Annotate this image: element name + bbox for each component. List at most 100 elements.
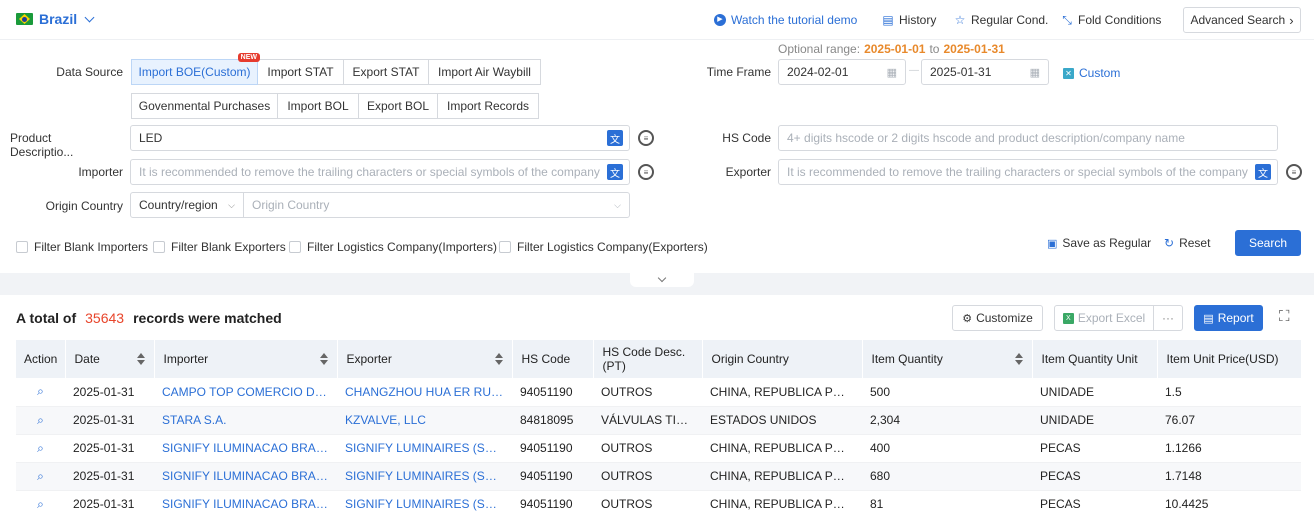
export-excel-label: Export Excel	[1077, 311, 1146, 325]
fold-conditions-link[interactable]: ⤡ Fold Conditions	[1061, 13, 1161, 27]
filter-blank-exporters[interactable]: Filter Blank Exporters	[153, 240, 289, 254]
translate-icon[interactable]: 文	[607, 130, 623, 146]
reset-label: Reset	[1179, 236, 1211, 250]
checkbox[interactable]	[153, 241, 165, 253]
data-source-label: Data Source	[56, 65, 123, 79]
chevron-down-icon: ⌵	[614, 199, 621, 210]
play-icon: ▶	[714, 14, 726, 26]
hs-code-placeholder: 4+ digits hscode or 2 digits hscode and …	[787, 131, 1185, 145]
save-regular-button[interactable]: ▣ Save as Regular	[1047, 236, 1151, 250]
cell-exporter[interactable]: CHANGZHOU HUA ER RUI INTERNATIONAL	[337, 378, 512, 407]
tutorial-label: Watch the tutorial demo	[731, 13, 858, 27]
origin-country-select[interactable]: Origin Country ⌵	[243, 192, 630, 218]
hs-code-input[interactable]: 4+ digits hscode or 2 digits hscode and …	[778, 125, 1278, 151]
search-button[interactable]: Search	[1235, 230, 1301, 256]
tab-label: Import BOL	[287, 99, 349, 113]
table-row[interactable]: ⌕ 2025-01-31SIGNIFY ILUMINACAO BRASIL LTD…	[16, 462, 1301, 491]
cell-importer[interactable]: SIGNIFY ILUMINACAO BRASIL LTDA	[154, 434, 337, 463]
translate-icon[interactable]: 文	[1255, 164, 1271, 180]
report-button[interactable]: ▤ Report	[1194, 305, 1263, 331]
tab-import-air-waybill[interactable]: Import Air Waybill	[428, 59, 541, 85]
column-header-exporter[interactable]: Exporter	[337, 340, 513, 378]
table-row[interactable]: ⌕ 2025-01-31CAMPO TOP COMERCIO DE ELETRON…	[16, 378, 1301, 407]
cell-importer[interactable]: STARA S.A.	[154, 406, 337, 435]
cell-exporter[interactable]: KZVALVE, LLC	[337, 406, 512, 435]
fullscreen-icon[interactable]: ⛶	[1279, 309, 1290, 325]
table-row[interactable]: ⌕ 2025-01-31SIGNIFY ILUMINACAO BRASIL LTD…	[16, 434, 1301, 463]
tab-govenmental-purchases[interactable]: Govenmental Purchases	[131, 93, 278, 119]
advanced-search-button[interactable]: Advanced Search ›	[1183, 7, 1301, 33]
ai-assist-icon[interactable]: ≡	[638, 164, 654, 180]
date-from-input[interactable]: 2024-02-01 ▦	[778, 59, 906, 85]
filter-logistics-importers[interactable]: Filter Logistics Company(Importers)	[289, 240, 499, 254]
reset-button[interactable]: ↻ Reset	[1164, 236, 1210, 250]
optional-range-to-word: to	[929, 42, 940, 56]
export-excel-button[interactable]: X Export Excel	[1054, 305, 1154, 331]
tutorial-link[interactable]: ▶ Watch the tutorial demo	[714, 13, 857, 27]
date-from-value: 2024-02-01	[787, 65, 849, 79]
translate-icon[interactable]: 文	[607, 164, 623, 180]
table-row[interactable]: ⌕ 2025-01-31SIGNIFY ILUMINACAO BRASIL LTD…	[16, 490, 1301, 517]
checkbox[interactable]	[499, 241, 511, 253]
customize-button[interactable]: ⚙ Customize	[952, 305, 1043, 331]
filter-label: Filter Blank Importers	[34, 240, 149, 254]
filter-logistics-exporters[interactable]: Filter Logistics Company(Exporters)	[499, 240, 709, 254]
tab-import-boe[interactable]: Import BOE(Custom) NEW	[131, 53, 260, 85]
cell-importer[interactable]: SIGNIFY ILUMINACAO BRASIL LTDA	[154, 462, 337, 491]
more-options-button[interactable]: ···	[1153, 305, 1183, 331]
search-icon[interactable]: ⌕	[37, 497, 44, 511]
importer-label: Importer	[78, 165, 123, 179]
importer-input[interactable]: It is recommended to remove the trailing…	[130, 159, 630, 185]
history-label: History	[899, 13, 937, 27]
search-icon[interactable]: ⌕	[37, 469, 44, 483]
column-header-item-quantity[interactable]: Item Quantity	[862, 340, 1033, 378]
history-link[interactable]: ▤ History	[882, 13, 936, 27]
sort-icon[interactable]	[136, 353, 145, 365]
sort-icon[interactable]	[319, 353, 328, 365]
cell-importer[interactable]: CAMPO TOP COMERCIO DE ELETRONICOS	[154, 378, 337, 407]
custom-icon: ✕	[1063, 67, 1074, 79]
checkbox[interactable]	[289, 241, 301, 253]
date-to-input[interactable]: 2025-01-31 ▦	[921, 59, 1049, 85]
exporter-input[interactable]: It is recommended to remove the trailing…	[778, 159, 1278, 185]
cell-exporter[interactable]: SIGNIFY LUMINAIRES (SHANGHAI)	[337, 490, 512, 517]
tab-import-records[interactable]: Import Records	[437, 93, 539, 119]
custom-date-button[interactable]: ✕ Custom	[1063, 66, 1120, 80]
tab-import-stat[interactable]: Import STAT	[257, 59, 344, 85]
collapse-toggle[interactable]	[630, 273, 694, 287]
exporter-label: Exporter	[725, 165, 771, 179]
cell-unit-price: 1.5	[1157, 378, 1301, 407]
sort-icon[interactable]	[494, 353, 503, 365]
table-row[interactable]: ⌕ 2025-01-31 STARA S.A. KZVALVE, LLC 8481809…	[16, 406, 1301, 435]
column-header-date[interactable]: Date	[65, 340, 155, 378]
origin-country-type-select[interactable]: Country/region ⌵	[130, 192, 244, 218]
cell-origin-country: CHINA, REPUBLICA POPULA	[702, 462, 862, 491]
sort-icon[interactable]	[1014, 353, 1023, 365]
cell-exporter[interactable]: SIGNIFY LUMINAIRES (SHANGHAI)	[337, 434, 512, 463]
tab-export-stat[interactable]: Export STAT	[343, 59, 429, 85]
filter-blank-importers[interactable]: Filter Blank Importers	[16, 240, 153, 254]
optional-range-label: Optional range:	[778, 42, 861, 56]
refresh-icon: ↻	[1164, 236, 1175, 250]
report-label: Report	[1217, 311, 1254, 325]
checkbox[interactable]	[16, 241, 28, 253]
search-icon[interactable]: ⌕	[37, 413, 44, 427]
action-cell: ⌕	[16, 490, 65, 517]
fold-icon: ⤡	[1062, 13, 1072, 27]
cell-unit-price: 1.7148	[1157, 462, 1301, 491]
tab-import-bol[interactable]: Import BOL	[277, 93, 359, 119]
cell-importer[interactable]: SIGNIFY ILUMINACAO BRASIL LTDA	[154, 490, 337, 517]
regular-cond-link[interactable]: ☆ Regular Cond.	[954, 13, 1049, 27]
country-selector[interactable]: Brazil	[16, 11, 95, 27]
ai-assist-icon[interactable]: ≡	[638, 130, 654, 146]
cell-quantity-unit: UNIDADE	[1032, 406, 1157, 435]
cell-exporter[interactable]: SIGNIFY LUMINAIRES (SHANGHAI)	[337, 462, 512, 491]
product-description-input[interactable]: LED 文	[130, 125, 630, 151]
search-icon[interactable]: ⌕	[37, 441, 44, 455]
tab-export-bol[interactable]: Export BOL	[358, 93, 438, 119]
fold-conditions-label: Fold Conditions	[1078, 13, 1162, 27]
ai-assist-icon[interactable]: ≡	[1286, 164, 1302, 180]
regular-cond-label: Regular Cond.	[971, 13, 1049, 27]
search-icon[interactable]: ⌕	[37, 384, 44, 398]
column-header-importer[interactable]: Importer	[154, 340, 338, 378]
